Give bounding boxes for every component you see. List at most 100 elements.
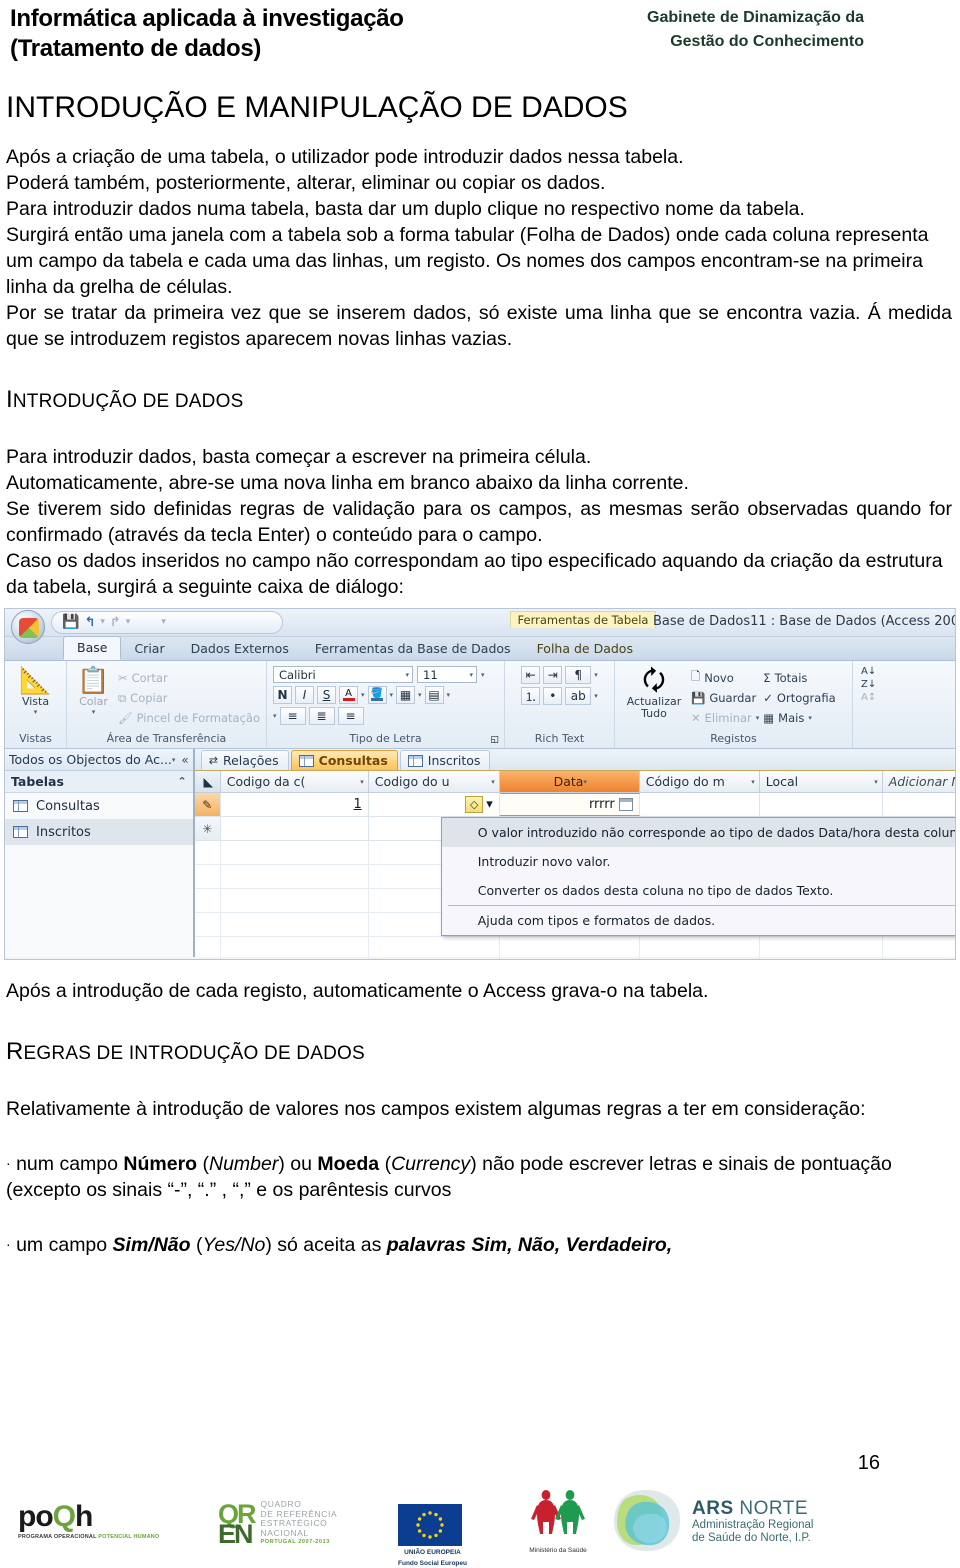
dropdown-item-introduzir-novo-valor[interactable]: Introduzir novo valor. [442,847,955,876]
fill-color-button[interactable]: 🪣 [367,686,387,704]
new-record-button[interactable]: 🗋 Novo [691,669,759,687]
bulleted-list-button[interactable]: • [543,687,563,705]
align-extra-caret-icon[interactable]: ▾ [273,712,277,720]
redo-dropdown-icon[interactable]: ▾ [126,616,131,629]
doc-tab-consultas[interactable]: Consultas [290,750,398,770]
save-record-button[interactable]: 💾 Guardar [691,689,759,707]
underline-button[interactable]: S [317,686,336,704]
align-left-button[interactable]: ≡ [279,707,306,725]
totals-button[interactable]: Σ Totais [763,669,835,687]
ltr-text-button[interactable]: ¶ [565,666,592,684]
office-orb-icon[interactable] [11,610,45,644]
view-design-icon: 📐 [19,666,52,696]
italic-button[interactable]: I [295,686,314,704]
clear-sort-icon[interactable]: A↕ [861,692,876,703]
alternate-fill-caret-icon[interactable]: ▾ [447,691,451,699]
font-color-swatch [342,697,355,701]
delete-record-button[interactable]: ✕ Eliminar ▾ [691,709,759,727]
navigation-pane-menu-icon[interactable]: ▾ [172,756,176,764]
bold-button[interactable]: N [273,686,292,704]
view-button[interactable]: 📐 Vista ▾ [11,666,60,716]
navigation-group-chevron-icon[interactable]: ⌃ [178,775,187,788]
cell-novo-campo[interactable] [883,793,955,816]
cell-codigo-da-consulta[interactable]: 1 [221,793,369,816]
rtl-caret-icon[interactable]: ▾ [594,692,598,700]
document-tab-strip: ⇄ Relações Consultas Inscritos [194,749,955,771]
cell-local[interactable] [760,793,883,816]
select-all-corner[interactable]: ◣ [194,771,221,792]
format-painter-button[interactable]: 🖌 Pincel de Formatação [118,709,260,727]
nav-item-inscritos[interactable]: Inscritos [5,819,193,845]
more-button[interactable]: ▦ Mais ▾ [763,709,835,727]
view-dropdown-icon[interactable]: ▾ [34,708,38,716]
cell-codigo-do-utente[interactable]: ◇ ▾ [369,793,500,816]
column-header-codigo-da-consulta[interactable]: Codigo da c(▾ [221,771,369,792]
column-filter-icon[interactable]: ▾ [583,778,587,786]
cell-data[interactable]: rrrrr [499,793,640,816]
numbered-list-button[interactable]: ⒈ [521,687,541,705]
tab-criar[interactable]: Criar [121,638,177,660]
error-badge-icon[interactable]: ◇ [465,796,484,813]
cell-codigo-do-medico[interactable] [640,793,760,816]
ltr-caret-icon[interactable]: ▾ [594,671,598,679]
doc-tab-inscritos[interactable]: Inscritos [399,750,491,770]
fill-color-caret-icon[interactable]: ▾ [390,691,394,699]
table-row[interactable]: ✎ 1 ◇ ▾ rrrrr [194,793,955,817]
redo-icon[interactable]: ↱ [110,616,121,629]
doc-tab-relacoes[interactable]: ⇄ Relações [200,750,289,770]
blank-row [195,937,955,959]
font-size-caret-icon[interactable]: ▾ [469,671,473,679]
customize-qat-icon[interactable]: ▾ [161,616,166,629]
cell-empty[interactable] [221,817,369,840]
dropdown-item-converter-dados[interactable]: Converter os dados desta coluna no tipo … [442,876,955,905]
align-center-button[interactable]: ≣ [308,707,335,725]
gridlines-caret-icon[interactable]: ▾ [418,691,422,699]
column-header-codigo-do-utente[interactable]: Codigo do u ▾ [369,771,500,792]
font-name-caret-icon[interactable]: ▾ [405,671,409,679]
tab-base[interactable]: Base [63,636,122,660]
font-size-combo[interactable]: 11 ▾ [417,666,477,683]
alternate-fill-button[interactable]: ▤ [424,686,444,704]
tab-dados-externos[interactable]: Dados Externos [178,638,302,660]
column-header-codigo-do-medico[interactable]: Código do m ▾ [640,771,760,792]
font-name-combo[interactable]: Calibri ▾ [273,666,413,683]
column-filter-icon[interactable]: ▾ [751,778,755,786]
font-dialog-launcher-icon[interactable]: ◱ [490,735,499,745]
gridlines-button[interactable]: ▦ [396,686,416,704]
sort-ascending-icon[interactable]: A↓ [861,666,876,677]
paste-dropdown-icon[interactable]: ▾ [92,708,96,716]
navigation-pane-collapse-icon[interactable]: « [181,753,188,767]
sort-descending-icon[interactable]: Z↓ [861,679,876,690]
column-header-adicionar-novo-campo[interactable]: Adicionar Novo Campo [883,771,955,792]
align-right-button[interactable]: ≡ [337,707,364,725]
paste-button[interactable]: 📋 Colar ▾ [73,666,114,716]
font-grow-icon[interactable]: ▾ [481,671,485,679]
spelling-button[interactable]: ✓ Ortografia [763,689,835,707]
rtl-text-button[interactable]: ab [565,687,592,705]
more-caret-icon[interactable]: ▾ [808,714,812,722]
tab-folha-de-dados[interactable]: Folha de Dados [524,638,646,660]
navigation-group-tabelas[interactable]: Tabelas ⌃ [5,771,193,793]
cut-button[interactable]: ✂ Cortar [118,669,260,687]
decrease-indent-button[interactable]: ⇤ [521,666,541,684]
dropdown-item-ajuda-tipos-formatos[interactable]: Ajuda com tipos e formatos de dados. [442,906,955,935]
copy-button[interactable]: ⧉ Copiar [118,689,260,707]
save-icon[interactable]: 💾 [62,615,79,629]
refresh-all-button[interactable]: 🗘 Actualizar Tudo [621,666,687,720]
delete-caret-icon[interactable]: ▾ [756,714,760,722]
increase-indent-button[interactable]: ⇥ [543,666,563,684]
font-color-caret-icon[interactable]: ▾ [361,691,365,699]
navigation-pane-header[interactable]: Todos os Objectos do Ac... ▾ « [5,749,193,771]
column-header-data[interactable]: Data ▾ [499,771,640,792]
calendar-picker-icon[interactable] [618,798,633,811]
column-header-local[interactable]: Local ▾ [760,771,883,792]
column-filter-icon[interactable]: ▾ [360,778,364,786]
undo-icon[interactable]: ↰ [84,616,95,629]
error-badge-caret-icon[interactable]: ▾ [486,797,493,812]
undo-dropdown-icon[interactable]: ▾ [100,616,105,629]
column-filter-icon[interactable]: ▾ [491,778,495,786]
column-filter-icon[interactable]: ▾ [874,778,878,786]
nav-item-consultas[interactable]: Consultas [5,793,193,819]
font-color-button[interactable]: A [339,686,358,704]
tab-ferramentas-da-base-de-dados[interactable]: Ferramentas da Base de Dados [302,638,524,660]
